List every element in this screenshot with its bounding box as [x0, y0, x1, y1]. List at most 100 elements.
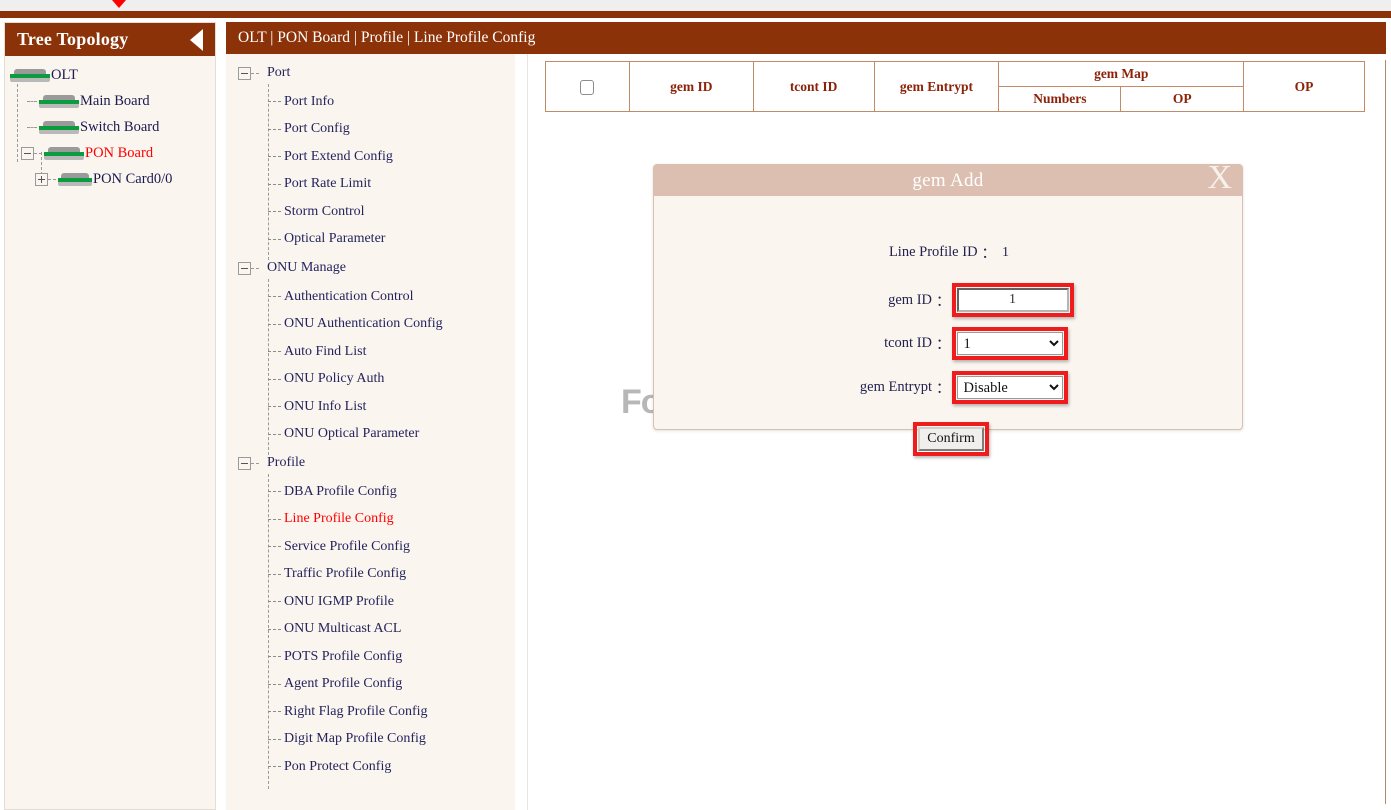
nav-item-label: Optical Parameter	[284, 231, 385, 247]
nav-item-onu-multicast-acl[interactable]: ONU Multicast ACL	[226, 616, 515, 644]
nav-connector	[268, 546, 281, 547]
device-board-icon	[39, 121, 79, 134]
nav-group-onu-manage[interactable]: ONU Manage	[226, 253, 515, 283]
nav-item-pon-protect-config[interactable]: Pon Protect Config	[226, 753, 515, 781]
nav-item-onu-policy-auth[interactable]: ONU Policy Auth	[226, 366, 515, 394]
gem-id-input[interactable]	[957, 288, 1069, 312]
nav-group-profile-items: DBA Profile Config Line Profile Config S…	[226, 478, 515, 781]
nav-group-label: Profile	[267, 455, 305, 471]
nav-item-port-config[interactable]: Port Config	[226, 116, 515, 144]
nav-item-port-extend-config[interactable]: Port Extend Config	[226, 143, 515, 171]
nav-group-profile[interactable]: Profile	[226, 448, 515, 478]
tree-topology-header: Tree Topology	[5, 23, 215, 56]
tree-item-label: OLT	[51, 67, 78, 84]
nav-connector	[268, 406, 281, 407]
tree-item-olt[interactable]: OLT	[5, 62, 215, 88]
nav-connector	[251, 268, 259, 269]
nav-item-optical-parameter[interactable]: Optical Parameter	[226, 226, 515, 254]
nav-group-label: ONU Manage	[267, 260, 346, 276]
nav-item-dba-profile-config[interactable]: DBA Profile Config	[226, 478, 515, 506]
nav-item-onu-igmp-profile[interactable]: ONU IGMP Profile	[226, 588, 515, 616]
nav-item-authentication-control[interactable]: Authentication Control	[226, 283, 515, 311]
tree-toggle-minus-icon[interactable]	[21, 147, 34, 160]
nav-item-label: Port Info	[284, 94, 334, 110]
nav-item-label: Pon Protect Config	[284, 759, 391, 775]
nav-toggle-minus-icon[interactable]	[238, 262, 251, 275]
nav-connector	[268, 101, 281, 102]
nav-item-port-info[interactable]: Port Info	[226, 88, 515, 116]
tree-item-label: Switch Board	[80, 119, 159, 136]
nav-item-right-flag-profile-config[interactable]: Right Flag Profile Config	[226, 698, 515, 726]
label-colon: ：	[936, 377, 951, 398]
gem-entrypt-field-wrap: DisableEnable	[957, 376, 1063, 399]
breadcrumb-text: OLT | PON Board | Profile | Line Profile…	[238, 29, 535, 47]
tree-item-pon-board[interactable]: PON Board	[5, 140, 215, 166]
tree-connector	[27, 101, 37, 102]
tcont-id-select[interactable]: 1234	[957, 332, 1063, 355]
line-profile-id-label: Line Profile ID	[889, 244, 978, 261]
label-colon: ：	[936, 290, 951, 311]
nav-item-label: Traffic Profile Config	[284, 566, 406, 582]
confirm-button[interactable]: Confirm	[918, 427, 984, 451]
table-header-gem-map-op: OP	[1121, 87, 1244, 112]
nav-item-label: ONU Multicast ACL	[284, 621, 401, 637]
nav-item-storm-control[interactable]: Storm Control	[226, 198, 515, 226]
nav-item-label: ONU Authentication Config	[284, 316, 443, 332]
tree-item-main-board[interactable]: Main Board	[5, 88, 215, 114]
close-icon[interactable]: X	[1207, 161, 1232, 195]
tree-topology-body: OLT Main Board Switch Board PON Board	[5, 56, 215, 192]
device-board-icon	[44, 147, 84, 160]
nav-item-label: Auto Find List	[284, 344, 366, 360]
table-header-gem-map: gem Map	[999, 62, 1244, 87]
nav-item-auto-find-list[interactable]: Auto Find List	[226, 338, 515, 366]
gem-entrypt-select[interactable]: DisableEnable	[957, 376, 1063, 399]
nav-connector	[268, 739, 281, 740]
nav-item-onu-authentication-config[interactable]: ONU Authentication Config	[226, 311, 515, 339]
nav-item-label: ONU Policy Auth	[284, 371, 384, 387]
gem-entrypt-label: gem Entrypt	[852, 379, 932, 396]
nav-connector	[268, 129, 281, 130]
nav-connector	[268, 156, 281, 157]
gem-add-dialog-titlebar: gem Add X	[654, 165, 1242, 196]
gem-add-dialog: gem Add X Line Profile ID ： 1 gem ID ： 1…	[653, 164, 1243, 430]
table-header-select-all	[546, 62, 630, 112]
gem-add-dialog-body: Line Profile ID ： 1 gem ID ： 1 tcont ID …	[654, 196, 1242, 430]
tree-connector	[27, 127, 37, 128]
device-board-icon	[58, 173, 92, 186]
nav-group-onu-items: Authentication Control ONU Authenticatio…	[226, 283, 515, 448]
gem-add-dialog-title: gem Add	[912, 170, 983, 192]
down-arrow-marker-icon	[112, 0, 126, 8]
breadcrumb: OLT | PON Board | Profile | Line Profile…	[226, 22, 1386, 54]
nav-item-label: Line Profile Config	[284, 511, 394, 527]
nav-item-agent-profile-config[interactable]: Agent Profile Config	[226, 671, 515, 699]
nav-toggle-minus-icon[interactable]	[238, 457, 251, 470]
gem-id-field-wrap	[957, 288, 1069, 312]
nav-item-label: ONU IGMP Profile	[284, 594, 394, 610]
tree-topology-title: Tree Topology	[17, 29, 128, 50]
nav-toggle-minus-icon[interactable]	[238, 67, 251, 80]
nav-column: Port Port Info Port Config Port Extend C…	[226, 54, 515, 810]
device-board-icon	[39, 95, 79, 108]
nav-item-traffic-profile-config[interactable]: Traffic Profile Config	[226, 561, 515, 589]
collapse-left-triangle-icon[interactable]	[190, 29, 203, 51]
nav-connector	[268, 519, 281, 520]
nav-item-onu-info-list[interactable]: ONU Info List	[226, 393, 515, 421]
nav-item-label: POTS Profile Config	[284, 649, 402, 665]
nav-group-port[interactable]: Port	[226, 58, 515, 88]
nav-connector	[268, 211, 281, 212]
tree-item-switch-board[interactable]: Switch Board	[5, 114, 215, 140]
table-header-gem-id: gem ID	[629, 62, 753, 112]
nav-item-port-rate-limit[interactable]: Port Rate Limit	[226, 171, 515, 199]
select-all-checkbox[interactable]	[580, 80, 594, 95]
nav-connector	[268, 434, 281, 435]
nav-item-service-profile-config[interactable]: Service Profile Config	[226, 533, 515, 561]
nav-item-pots-profile-config[interactable]: POTS Profile Config	[226, 643, 515, 671]
nav-item-line-profile-config[interactable]: Line Profile Config	[226, 506, 515, 534]
nav-item-onu-optical-parameter[interactable]: ONU Optical Parameter	[226, 421, 515, 449]
tree-toggle-plus-icon[interactable]	[35, 173, 48, 186]
table-header-gem-entrypt: gem Entrypt	[874, 62, 999, 112]
nav-item-digit-map-profile-config[interactable]: Digit Map Profile Config	[226, 726, 515, 754]
nav-item-label: Digit Map Profile Config	[284, 731, 426, 747]
tree-item-pon-card[interactable]: PON Card0/0	[5, 166, 215, 192]
label-colon: ：	[936, 333, 951, 354]
